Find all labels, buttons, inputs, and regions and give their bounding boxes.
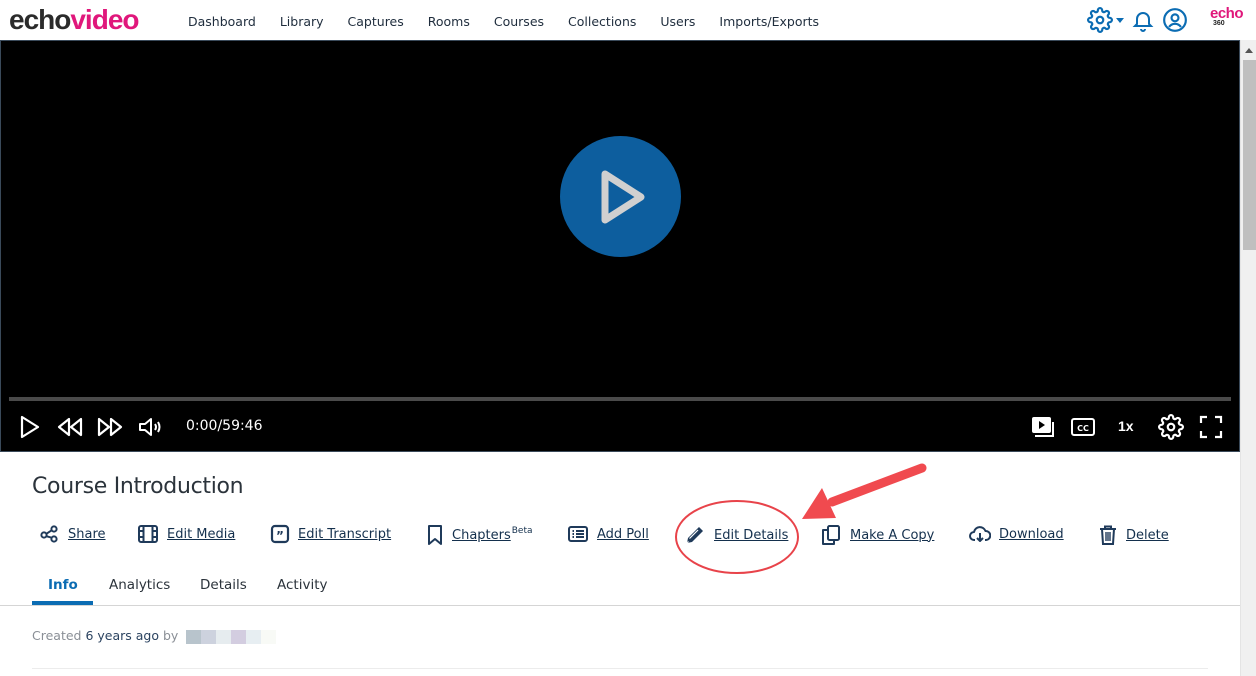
nav-dashboard[interactable]: Dashboard [188,14,256,29]
chevron-down-icon [1116,18,1124,23]
tab-activity[interactable]: Activity [277,577,328,593]
time-display: 0:00/59:46 [186,418,263,434]
annotation-arrowhead [802,488,836,519]
fast-forward-button[interactable] [96,413,124,441]
gear-icon [1087,7,1113,33]
bookmark-icon [428,525,442,545]
share-button[interactable]: Share [40,524,106,544]
rewind-button[interactable] [56,413,84,441]
nav-users[interactable]: Users [660,14,695,29]
closed-captions-button[interactable]: CC [1069,413,1097,441]
edit-details-button[interactable]: Edit Details [684,524,788,546]
main-nav: Dashboard Library Captures Rooms Courses… [188,14,843,29]
make-a-copy-button[interactable]: Make A Copy [820,524,934,546]
scroll-thumb[interactable] [1243,60,1256,250]
download-button[interactable]: Download [969,524,1064,544]
top-navigation-bar: echovideo Dashboard Library Captures Roo… [0,0,1244,40]
fast-forward-icon [97,417,123,437]
created-info: Created 6 years ago by [32,628,277,644]
rewind-icon [57,417,83,437]
delete-button[interactable]: Delete [1098,524,1169,546]
notifications-button[interactable] [1128,6,1158,34]
media-tabs: Info Analytics Details Activity [32,572,1208,606]
cloud-download-icon [969,526,991,542]
big-play-button[interactable] [560,136,681,257]
pencil-icon [686,527,703,544]
edit-transcript-button[interactable]: ” Edit Transcript [270,524,391,544]
top-right-icons [1084,6,1192,34]
play-icon [20,415,40,439]
volume-button[interactable] [137,413,165,441]
play-button[interactable] [17,413,43,441]
chapters-button[interactable]: Chapters Beta [426,524,533,546]
tab-info[interactable]: Info [48,577,78,593]
tab-analytics[interactable]: Analytics [109,577,170,593]
tabs-divider [0,605,1240,606]
svg-text:CC: CC [1077,424,1089,433]
playback-speed-button[interactable]: 1x [1118,418,1134,434]
volume-icon [139,418,161,436]
nav-library[interactable]: Library [280,14,324,29]
tab-details[interactable]: Details [200,577,247,593]
play-icon [601,170,644,223]
annotation-arrow [827,463,927,507]
progress-bar[interactable] [9,397,1231,401]
user-circle-icon [1163,8,1187,32]
echo360-logo[interactable]: echo 360 [1210,6,1244,30]
bell-icon [1132,12,1154,32]
svg-text:”: ” [276,529,284,543]
user-profile-button[interactable] [1158,6,1192,34]
nav-courses[interactable]: Courses [494,14,544,29]
player-controls: 0:00/59:46 CC 1x [1,409,1239,445]
list-icon [568,526,588,542]
video-player[interactable]: 0:00/59:46 CC 1x [0,40,1240,452]
player-settings-button[interactable] [1157,413,1185,441]
nav-imports-exports[interactable]: Imports/Exports [719,14,819,29]
echovideo-logo[interactable]: echovideo [9,2,140,38]
fullscreen-icon [1199,415,1223,439]
created-age: 6 years ago [85,628,160,643]
redacted-author-name [186,629,277,644]
media-view-icon [1032,417,1054,437]
closed-captions-icon: CC [1071,418,1095,436]
nav-collections[interactable]: Collections [568,14,636,29]
film-icon [138,525,158,543]
nav-captures[interactable]: Captures [348,14,404,29]
share-icon [40,525,58,543]
media-title: Course Introduction [32,474,244,499]
nav-rooms[interactable]: Rooms [428,14,470,29]
beta-badge: Beta [511,526,533,536]
edit-media-button[interactable]: Edit Media [137,524,235,544]
quote-icon: ” [270,524,290,544]
add-poll-button[interactable]: Add Poll [567,524,649,544]
settings-menu-button[interactable] [1084,6,1128,34]
page-scrollbar[interactable] [1240,40,1256,676]
section-divider [32,668,1208,669]
scroll-up-arrow[interactable] [1245,48,1253,53]
picture-in-picture-button[interactable] [1029,413,1057,441]
fullscreen-button[interactable] [1198,413,1224,441]
trash-icon [1100,525,1116,545]
gear-icon [1158,414,1184,440]
copy-icon [822,525,840,545]
